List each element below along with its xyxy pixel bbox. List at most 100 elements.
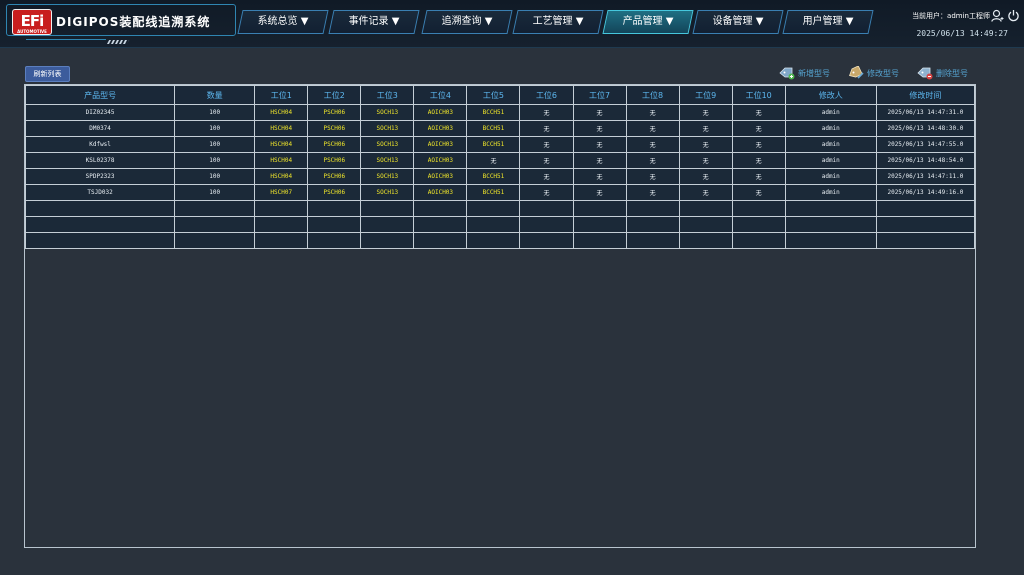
nav-trace-query[interactable]: 追溯查询 ▼	[421, 10, 513, 34]
table-cell	[254, 200, 309, 217]
table-cell	[731, 216, 786, 233]
table-cell: HSCH07	[254, 184, 309, 201]
table-cell	[784, 200, 877, 217]
table-cell	[254, 232, 309, 249]
nav-process-management[interactable]: 工艺管理 ▼	[512, 10, 604, 34]
table-row[interactable]	[24, 232, 976, 249]
header-station-9[interactable]: 工位9	[678, 85, 733, 105]
table-cell: Kdfwsl	[24, 136, 176, 153]
table-cell: 无	[678, 168, 733, 185]
table-cell	[731, 232, 786, 249]
table-header-row: 产品型号 数量 工位1 工位2 工位3 工位4 工位5 工位6 工位7 工位8 …	[24, 85, 976, 105]
table-cell: 无	[625, 136, 680, 153]
table-cell: 100	[174, 152, 256, 169]
table-cell: HSCH04	[254, 120, 309, 137]
table-cell: AOICH03	[413, 184, 468, 201]
nav-equipment-management[interactable]: 设备管理 ▼	[692, 10, 784, 34]
table-cell: admin	[784, 152, 877, 169]
table-cell: 无	[625, 120, 680, 137]
table-cell: 100	[174, 136, 256, 153]
table-cell: 100	[174, 168, 256, 185]
table-cell	[572, 200, 627, 217]
decorative-stripes	[106, 40, 130, 44]
table-cell	[519, 200, 574, 217]
header-station-3[interactable]: 工位3	[360, 85, 415, 105]
header-station-7[interactable]: 工位7	[572, 85, 627, 105]
table-cell: 无	[678, 152, 733, 169]
header-station-4[interactable]: 工位4	[413, 85, 468, 105]
power-icon[interactable]	[1007, 9, 1020, 22]
header-station-8[interactable]: 工位8	[625, 85, 680, 105]
table-cell: HSCH04	[254, 152, 309, 169]
table-cell	[875, 200, 976, 217]
table-cell: 无	[678, 120, 733, 137]
header-quantity[interactable]: 数量	[174, 85, 256, 105]
table-row[interactable]: DIZ02345 100 HSCH04 PSCH06 SOCH13 AOICH03 BCCH…	[24, 104, 976, 121]
table-cell	[466, 216, 521, 233]
table-cell	[572, 232, 627, 249]
header-modified-time[interactable]: 修改时间	[875, 85, 976, 105]
table-cell: HSCH04	[254, 168, 309, 185]
header-station-6[interactable]: 工位6	[519, 85, 574, 105]
table-cell	[360, 216, 415, 233]
logo-subtext: AUTOMOTIVE	[17, 29, 47, 34]
nav-user-management[interactable]: 用户管理 ▼	[782, 10, 874, 34]
table-cell	[678, 216, 733, 233]
table-cell: 2025/06/13 14:48:54.0	[875, 152, 976, 169]
table-cell: BCCH51	[466, 184, 521, 201]
table-cell	[784, 216, 877, 233]
table-row[interactable]: TSJD032 100 HSCH07 PSCH06 SOCH13 AOICH03 BCCH5…	[24, 184, 976, 201]
logo-block: EFi AUTOMOTIVE DIGIPOS装配线追溯系统	[6, 4, 238, 44]
delete-model-label: 删除型号	[936, 68, 968, 78]
table-row[interactable]	[24, 216, 976, 233]
current-user-label: 当前用户：admin工程师	[912, 12, 990, 20]
add-model-label: 新增型号	[798, 68, 830, 78]
table-cell: 无	[572, 120, 627, 137]
nav-event-log[interactable]: 事件记录 ▼	[328, 10, 420, 34]
header-station-1[interactable]: 工位1	[254, 85, 309, 105]
header-station-2[interactable]: 工位2	[307, 85, 362, 105]
header-station-5[interactable]: 工位5	[466, 85, 521, 105]
table-cell: 无	[625, 168, 680, 185]
header-station-10[interactable]: 工位10	[731, 85, 786, 105]
table-row[interactable]: DM0374 100 HSCH04 PSCH06 SOCH13 AOICH03 BCCH51…	[24, 120, 976, 137]
table-cell: PSCH06	[307, 136, 362, 153]
table-cell: 无	[731, 184, 786, 201]
tag-edit-icon	[849, 66, 864, 79]
table-cell: 无	[572, 136, 627, 153]
table-row[interactable]: KSL02378 100 HSCH04 PSCH06 SOCH13 AOICH03 无无无无…	[24, 152, 976, 169]
table-cell: 无	[466, 152, 521, 169]
header-modified-by[interactable]: 修改人	[784, 85, 877, 105]
top-bar: EFi AUTOMOTIVE DIGIPOS装配线追溯系统 系统总览 ▼ 事件记…	[0, 0, 1024, 48]
edit-model-button[interactable]: 修改型号	[847, 65, 899, 81]
table-row[interactable]: Kdfwsl 100 HSCH04 PSCH06 SOCH13 AOICH03 BCCH51…	[24, 136, 976, 153]
table-cell	[24, 232, 176, 249]
logo-text: EFi	[20, 12, 45, 30]
table-cell: 无	[519, 168, 574, 185]
table-cell: 无	[519, 136, 574, 153]
table-cell: KSL02378	[24, 152, 176, 169]
table-cell	[875, 216, 976, 233]
table-cell: 2025/06/13 14:48:30.0	[875, 120, 976, 137]
nav-product-management[interactable]: 产品管理 ▼	[602, 10, 694, 34]
table-cell: 无	[731, 152, 786, 169]
header-product-model[interactable]: 产品型号	[24, 85, 176, 105]
table-cell	[784, 232, 877, 249]
table-cell: 无	[678, 184, 733, 201]
table-cell: 2025/06/13 14:47:31.0	[875, 104, 976, 121]
user-icon[interactable]	[991, 9, 1004, 22]
table-cell: BCCH51	[466, 168, 521, 185]
add-model-button[interactable]: 新增型号	[778, 65, 830, 81]
delete-model-button[interactable]: 删除型号	[916, 65, 968, 81]
table-cell: AOICH03	[413, 152, 468, 169]
table-row[interactable]: SPDP2323 100 HSCH04 PSCH06 SOCH13 AOICH03 BCCH…	[24, 168, 976, 185]
table-cell: SOCH13	[360, 184, 415, 201]
table-cell	[254, 216, 309, 233]
table-row[interactable]	[24, 200, 976, 217]
tag-delete-icon	[917, 67, 933, 80]
table-cell: BCCH51	[466, 120, 521, 137]
nav-system-overview[interactable]: 系统总览 ▼	[237, 10, 329, 34]
table-cell	[875, 232, 976, 249]
table-cell	[24, 216, 176, 233]
refresh-list-button[interactable]: 刷新列表	[25, 66, 70, 82]
